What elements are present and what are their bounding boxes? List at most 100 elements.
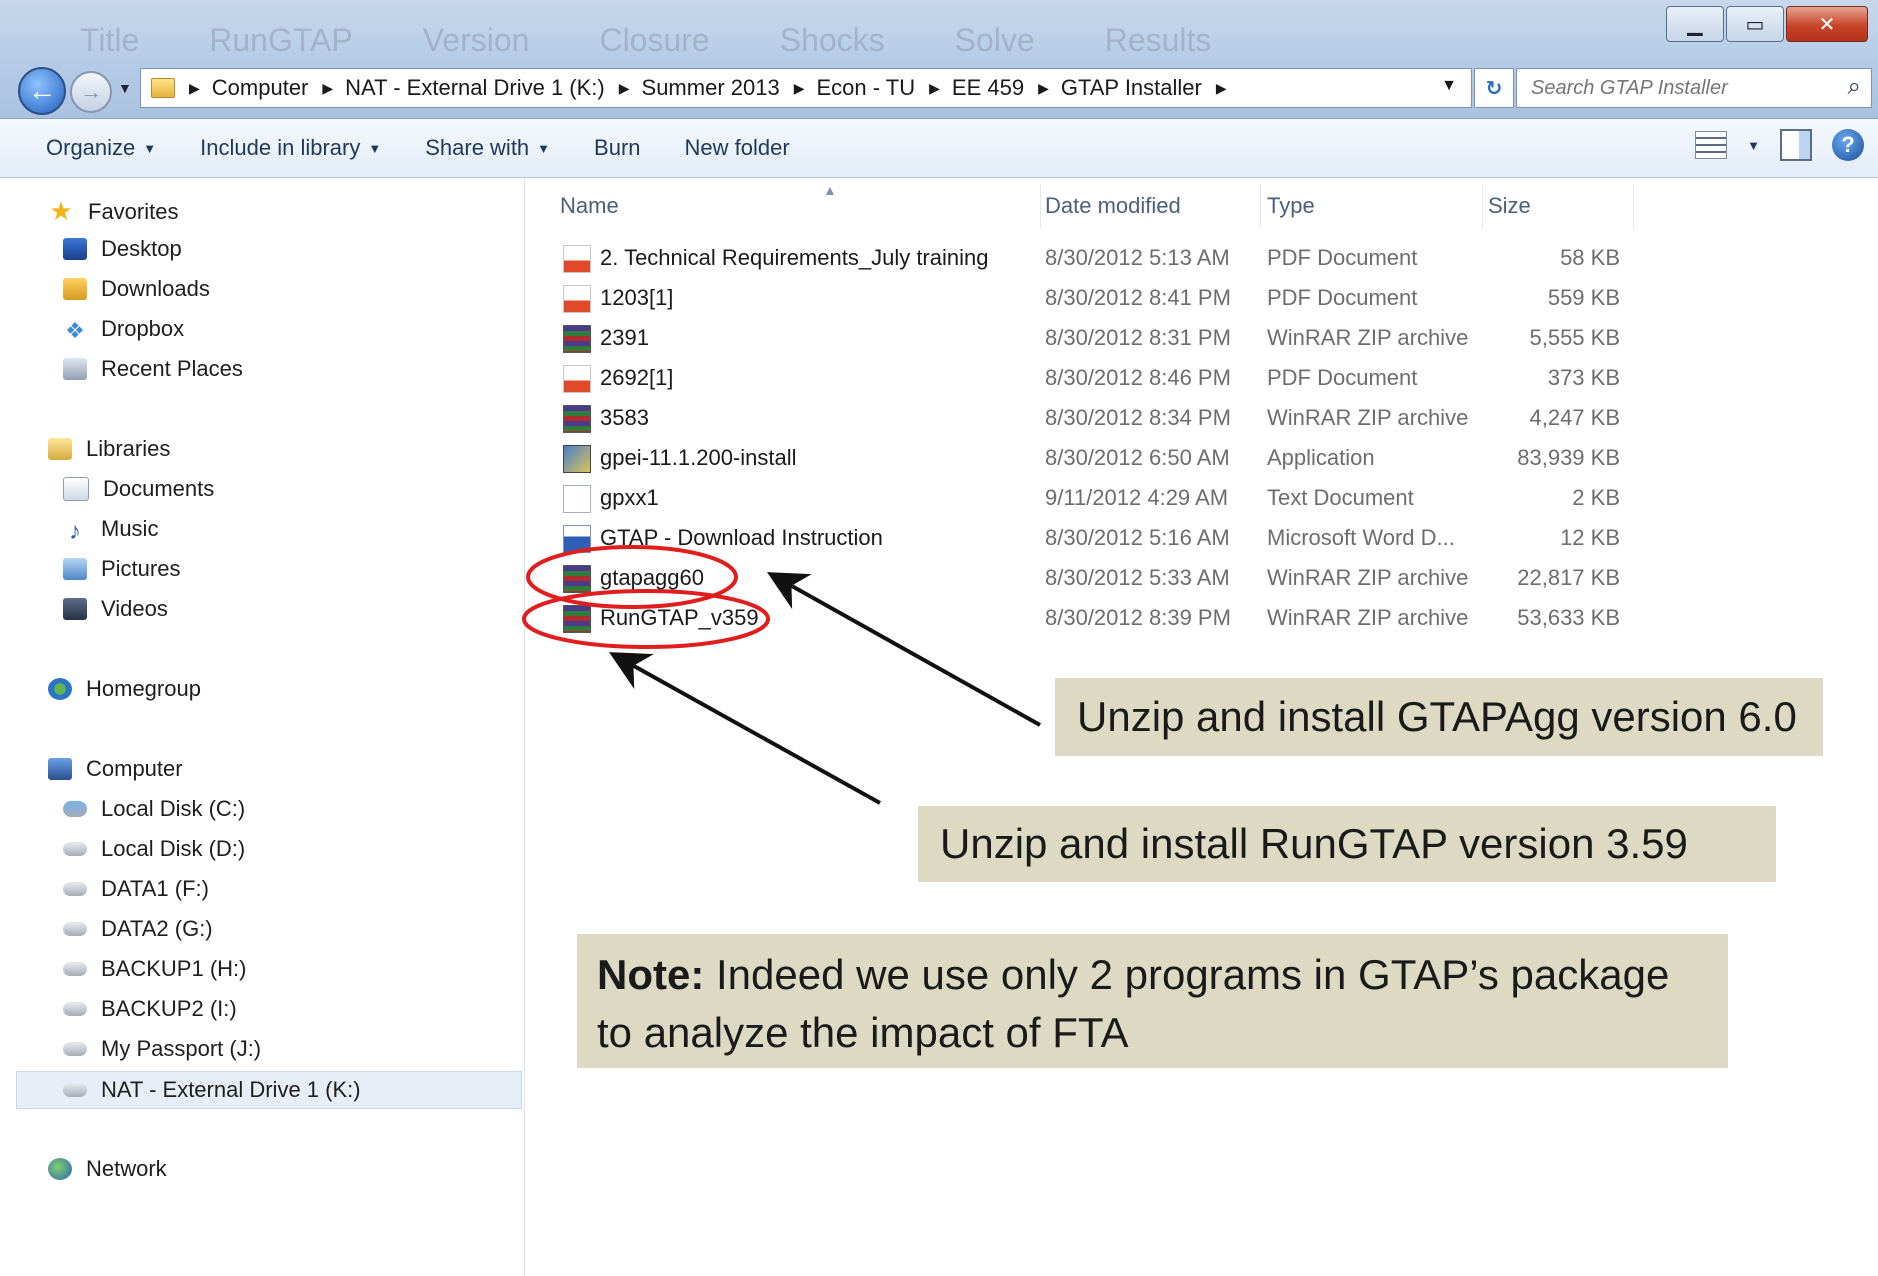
breadcrumb-computer[interactable]: ▶ Computer [175, 75, 308, 101]
nav-documents[interactable]: Documents [63, 476, 214, 502]
ghost-tab: RunGTAP [209, 22, 353, 58]
breadcrumb-ee-459[interactable]: ▶ EE 459 [915, 75, 1024, 101]
column-header-name[interactable]: ▲ Name [560, 182, 1041, 228]
close-icon: ✕ [1818, 13, 1836, 36]
address-dropdown-icon[interactable]: ▼ [1441, 77, 1457, 95]
ghost-tab: Results [1104, 22, 1212, 58]
nav-drive-c[interactable]: Local Disk (C:) [63, 796, 245, 822]
forward-button[interactable]: → [70, 71, 112, 113]
downloads-icon [63, 278, 87, 300]
drive-icon [63, 922, 87, 936]
file-row[interactable]: 2. Technical Requirements_July training … [525, 238, 1625, 278]
breadcrumb-arrow-icon: ▶ [793, 79, 805, 96]
recent-pages-button[interactable]: ▼ [118, 80, 132, 96]
text-file-icon [563, 485, 591, 513]
maximize-icon: ▭ [1745, 13, 1765, 36]
close-button[interactable]: ✕ [1786, 6, 1868, 42]
column-header-type[interactable]: Type [1267, 184, 1483, 228]
nav-drive-g[interactable]: DATA2 (G:) [63, 916, 213, 942]
nav-drive-d[interactable]: Local Disk (D:) [63, 836, 245, 862]
application-icon [563, 445, 591, 473]
breadcrumb-summer-2013[interactable]: ▶ Summer 2013 [605, 75, 780, 101]
column-header-date[interactable]: Date modified [1045, 184, 1261, 228]
libraries-icon [48, 438, 72, 460]
file-row[interactable]: RunGTAP_v359 8/30/2012 8:39 PM WinRAR ZI… [525, 598, 1625, 638]
title-bar: Title RunGTAP Version Closure Shocks Sol… [0, 0, 1878, 119]
breadcrumb-drive[interactable]: ▶ NAT - External Drive 1 (K:) [308, 75, 604, 101]
share-with-button[interactable]: Share with ▼ [425, 135, 550, 161]
file-row[interactable]: 2692[1] 8/30/2012 8:46 PM PDF Document 3… [525, 358, 1625, 398]
arrow-left-icon: ← [28, 75, 56, 106]
ghost-tab: Solve [954, 22, 1035, 58]
nav-downloads[interactable]: Downloads [63, 276, 210, 302]
pdf-file-icon [563, 285, 591, 313]
videos-icon [63, 598, 87, 620]
breadcrumb-econ-tu[interactable]: ▶ Econ - TU [780, 75, 915, 101]
nav-drive-k[interactable]: NAT - External Drive 1 (K:) [16, 1071, 522, 1109]
breadcrumb-gtap-installer[interactable]: ▶ GTAP Installer ▶ [1024, 75, 1239, 101]
window-controls: ▁ ▭ ✕ [1666, 6, 1868, 42]
minimize-icon: ▁ [1687, 13, 1703, 36]
change-view-icon[interactable] [1695, 131, 1728, 159]
help-icon[interactable]: ? [1832, 129, 1864, 161]
desktop-icon [63, 238, 87, 260]
file-row[interactable]: gpxx1 9/11/2012 4:29 AM Text Document 2 … [525, 478, 1625, 518]
chevron-down-icon[interactable]: ▼ [1747, 138, 1760, 153]
burn-button[interactable]: Burn [594, 135, 640, 161]
nav-videos[interactable]: Videos [63, 596, 168, 622]
sort-ascending-icon: ▲ [823, 182, 837, 198]
nav-drive-i[interactable]: BACKUP2 (I:) [63, 996, 237, 1022]
back-button[interactable]: ← [18, 67, 66, 115]
drive-icon [63, 882, 87, 896]
breadcrumb-arrow-icon: ▶ [618, 79, 630, 96]
command-bar: Organize ▼ Include in library ▼ Share with… [0, 119, 1878, 178]
refresh-icon: ↻ [1485, 77, 1503, 100]
music-icon: ♪ [69, 518, 81, 545]
file-row[interactable]: GTAP - Download Instruction 8/30/2012 5:… [525, 518, 1625, 558]
maximize-button[interactable]: ▭ [1726, 6, 1784, 42]
file-row[interactable]: 2391 8/30/2012 8:31 PM WinRAR ZIP archiv… [525, 318, 1625, 358]
nav-pictures[interactable]: Pictures [63, 556, 180, 582]
search-box[interactable]: ⌕ [1516, 68, 1872, 108]
nav-music[interactable]: ♪ Music [63, 516, 158, 545]
dropbox-icon: ❖ [65, 318, 85, 343]
file-row[interactable]: gtapagg60 8/30/2012 5:33 AM WinRAR ZIP a… [525, 558, 1625, 598]
homegroup-icon [48, 678, 72, 700]
drive-icon [63, 962, 87, 976]
search-input[interactable] [1529, 75, 1833, 101]
nav-homegroup[interactable]: Homegroup [48, 676, 201, 702]
nav-drive-j[interactable]: My Passport (J:) [63, 1036, 261, 1062]
breadcrumb-arrow-icon: ▶ [322, 79, 334, 96]
new-folder-button[interactable]: New folder [685, 135, 790, 161]
column-header-size[interactable]: Size [1488, 184, 1634, 228]
preview-pane-icon[interactable] [1780, 129, 1812, 161]
minimize-button[interactable]: ▁ [1666, 6, 1724, 42]
zip-archive-icon [563, 405, 591, 433]
ghost-tab: Title [80, 22, 140, 58]
chevron-down-icon: ▼ [537, 140, 551, 156]
include-in-library-button[interactable]: Include in library ▼ [200, 135, 381, 161]
nav-favorites[interactable]: ★ Favorites [48, 196, 178, 227]
refresh-button[interactable]: ↻ [1474, 68, 1514, 108]
computer-icon [48, 758, 72, 780]
drive-icon [63, 1083, 87, 1097]
view-controls: ▼ ? [1695, 129, 1864, 161]
nav-libraries[interactable]: Libraries [48, 436, 170, 462]
nav-drive-f[interactable]: DATA1 (F:) [63, 876, 209, 902]
nav-drive-h[interactable]: BACKUP1 (H:) [63, 956, 246, 982]
address-bar[interactable]: ▶ Computer ▶ NAT - External Drive 1 (K:) ▶… [140, 68, 1472, 108]
nav-computer[interactable]: Computer [48, 756, 183, 782]
breadcrumb-arrow-icon: ▶ [929, 79, 940, 96]
file-row[interactable]: 3583 8/30/2012 8:34 PM WinRAR ZIP archiv… [525, 398, 1625, 438]
organize-button[interactable]: Organize ▼ [46, 135, 156, 161]
nav-network[interactable]: Network [48, 1156, 167, 1182]
chevron-down-icon: ▼ [368, 140, 382, 156]
file-row[interactable]: 1203[1] 8/30/2012 8:41 PM PDF Document 5… [525, 278, 1625, 318]
drive-icon [63, 1002, 87, 1016]
drive-icon [63, 842, 87, 856]
file-row[interactable]: gpei-11.1.200-install 8/30/2012 6:50 AM … [525, 438, 1625, 478]
nav-dropbox[interactable]: ❖ Dropbox [63, 316, 184, 343]
nav-recent-places[interactable]: Recent Places [63, 356, 243, 382]
nav-desktop[interactable]: Desktop [63, 236, 182, 262]
search-icon[interactable]: ⌕ [1848, 73, 1861, 101]
